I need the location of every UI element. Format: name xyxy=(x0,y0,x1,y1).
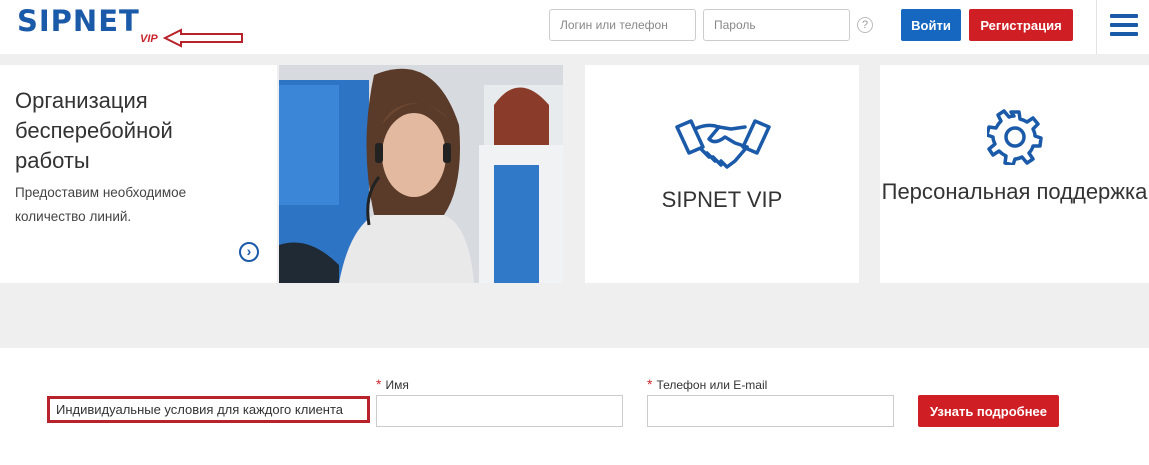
operator-photo xyxy=(279,65,563,283)
handshake-icon xyxy=(675,119,771,169)
feature-text: Предоставим необходимое количество линий… xyxy=(15,185,187,224)
operator-photo-illustration xyxy=(279,65,563,283)
register-button[interactable]: Регистрация xyxy=(969,9,1073,41)
login-input[interactable] xyxy=(549,9,696,41)
name-label: * Имя xyxy=(376,376,409,392)
support-card[interactable]: Персональная поддержка xyxy=(880,65,1149,283)
logo-sub: VIP xyxy=(140,33,158,45)
required-mark: * xyxy=(647,376,653,392)
form-tagline: Индивидуальные условия для каждого клиен… xyxy=(47,396,370,423)
login-button[interactable]: Войти xyxy=(901,9,961,41)
help-icon[interactable]: ? xyxy=(857,17,873,33)
password-input[interactable] xyxy=(703,9,850,41)
gear-icon xyxy=(987,109,1043,165)
request-form: Индивидуальные условия для каждого клиен… xyxy=(0,348,1149,465)
menu-divider xyxy=(1096,0,1097,54)
site-header: SIPNET VIP ? Войти Регистрация xyxy=(0,0,1149,54)
hamburger-menu-icon[interactable] xyxy=(1110,14,1138,36)
learn-more-button[interactable]: Узнать подробнее xyxy=(918,395,1059,427)
feature-card[interactable]: Организация бесперебойной работы Предост… xyxy=(0,65,277,283)
support-label: Персональная поддержка xyxy=(881,179,1148,204)
contact-input[interactable] xyxy=(647,395,894,427)
required-mark: * xyxy=(376,376,382,392)
annotation-arrow-icon xyxy=(163,28,243,48)
name-input[interactable] xyxy=(376,395,623,427)
vip-card[interactable]: SIPNET VIP xyxy=(585,65,859,283)
contact-label: * Телефон или E-mail xyxy=(647,376,768,392)
chevron-right-circle-icon[interactable]: › xyxy=(239,242,259,262)
vip-label: SIPNET VIP xyxy=(661,187,783,212)
feature-title: Организация бесперебойной работы xyxy=(15,88,173,173)
logo[interactable]: SIPNET xyxy=(17,4,140,38)
